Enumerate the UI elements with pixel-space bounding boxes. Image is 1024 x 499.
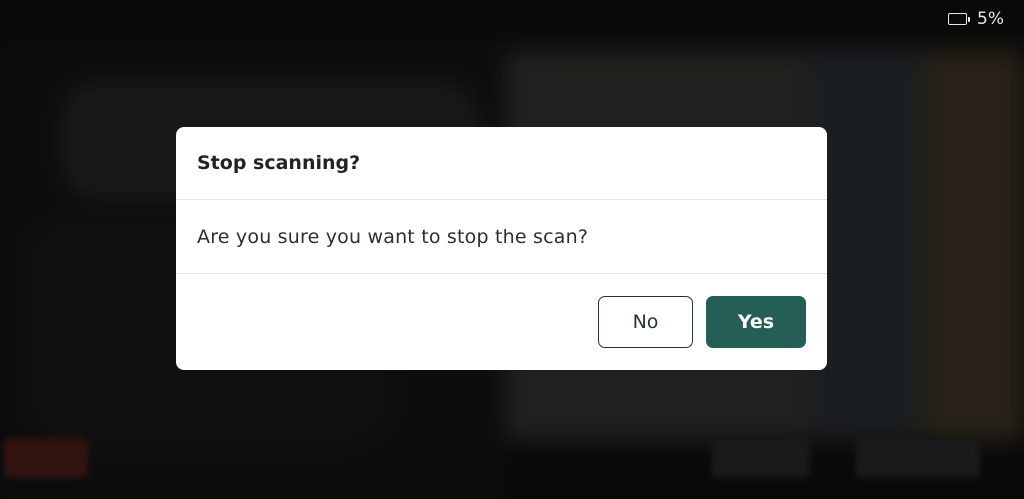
- no-button[interactable]: No: [598, 296, 693, 348]
- dialog-footer: No Yes: [176, 274, 827, 370]
- dialog-message: Are you sure you want to stop the scan?: [197, 225, 589, 248]
- stop-scan-dialog: Stop scanning? Are you sure you want to …: [176, 127, 827, 370]
- status-bar: 5%: [948, 9, 1004, 29]
- yes-button[interactable]: Yes: [706, 296, 806, 348]
- battery-low-icon: [948, 13, 971, 25]
- dialog-body: Are you sure you want to stop the scan?: [176, 200, 827, 274]
- scan-screen: 5% Stop scanning? Are you sure you want …: [0, 0, 1024, 499]
- dialog-title: Stop scanning?: [197, 152, 361, 174]
- battery-level: 5%: [977, 9, 1004, 29]
- dialog-header: Stop scanning?: [176, 127, 827, 200]
